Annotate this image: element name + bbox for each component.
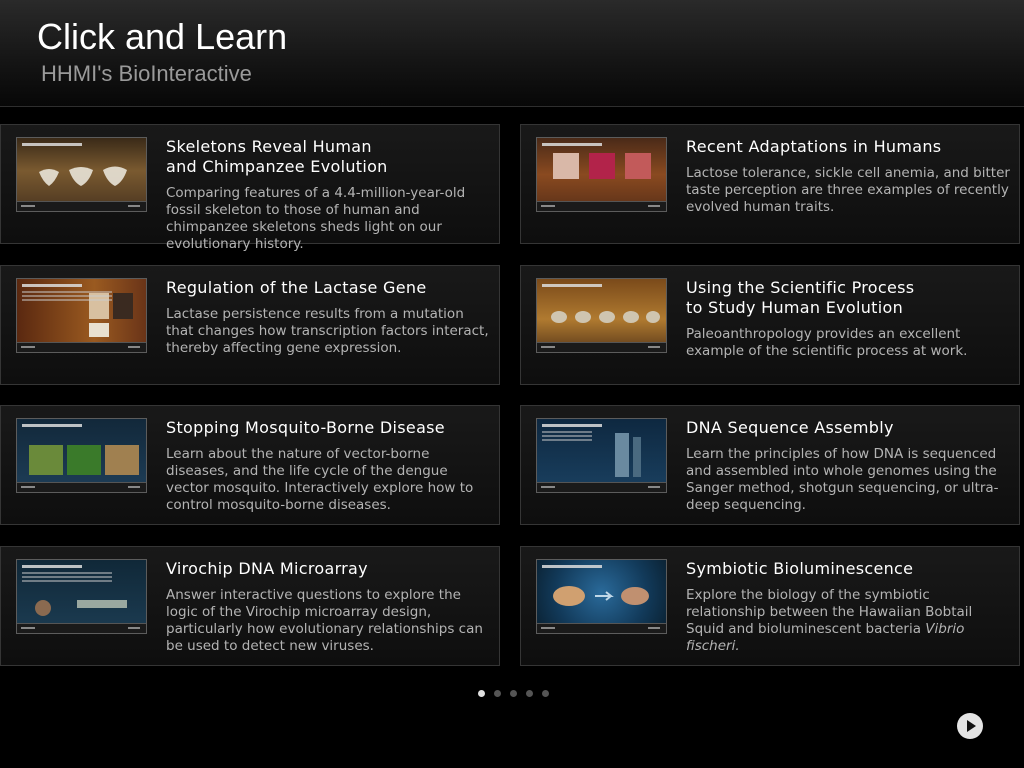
card-thumbnail: [16, 559, 147, 634]
card-title: Using the Scientific Process to Study Hu…: [686, 278, 915, 317]
card-recent-adaptations[interactable]: Recent Adaptations in Humans Lactose tol…: [520, 124, 1020, 244]
card-description: Paleoanthropology provides an excellent …: [686, 326, 968, 359]
card-thumbnail: [16, 418, 147, 493]
page-dot-2[interactable]: [494, 690, 501, 697]
card-title: Skeletons Reveal Human and Chimpanzee Ev…: [166, 137, 388, 176]
card-title: Stopping Mosquito-Borne Disease: [166, 418, 445, 437]
card-mosquito-disease[interactable]: Stopping Mosquito-Borne Disease Learn ab…: [0, 405, 500, 525]
card-description: Lactase persistence results from a mutat…: [166, 306, 489, 356]
card-description: Explore the biology of the symbiotic rel…: [686, 587, 1011, 655]
card-description: Lactose tolerance, sickle cell anemia, a…: [686, 165, 1010, 215]
page-dot-3[interactable]: [510, 690, 517, 697]
card-thumbnail: [16, 278, 147, 353]
card-thumbnail: [536, 418, 667, 493]
card-title: DNA Sequence Assembly: [686, 418, 894, 437]
card-thumbnail: [16, 137, 147, 212]
app-header: Click and Learn HHMI's BioInteractive: [0, 0, 1024, 107]
page-dot-1[interactable]: [478, 690, 485, 697]
card-title: Symbiotic Bioluminescence: [686, 559, 914, 578]
card-description: Answer interactive questions to explore …: [166, 587, 483, 654]
card-thumbnail: [536, 559, 667, 634]
card-title: Regulation of the Lactase Gene: [166, 278, 427, 297]
card-description: Learn the principles of how DNA is seque…: [686, 446, 999, 513]
app-subtitle: HHMI's BioInteractive: [41, 61, 252, 86]
page-dot-4[interactable]: [526, 690, 533, 697]
page-dot-5[interactable]: [542, 690, 549, 697]
card-thumbnail: [536, 137, 667, 212]
card-lactase-gene[interactable]: Regulation of the Lactase Gene Lactase p…: [0, 265, 500, 385]
card-scientific-process[interactable]: Using the Scientific Process to Study Hu…: [520, 265, 1020, 385]
card-title: Recent Adaptations in Humans: [686, 137, 942, 156]
card-skeletons[interactable]: Skeletons Reveal Human and Chimpanzee Ev…: [0, 124, 500, 252]
card-thumbnail: [536, 278, 667, 353]
app-title: Click and Learn: [37, 16, 288, 57]
card-description: Learn about the nature of vector-borne d…: [166, 446, 474, 513]
card-virochip[interactable]: Virochip DNA Microarray Answer interacti…: [0, 546, 500, 666]
card-symbiotic-bioluminescence[interactable]: Symbiotic Bioluminescence Explore the bi…: [520, 546, 1020, 666]
card-title: Virochip DNA Microarray: [166, 559, 368, 578]
page-indicator: [478, 690, 549, 697]
play-icon[interactable]: [957, 713, 983, 739]
card-dna-sequence-assembly[interactable]: DNA Sequence Assembly Learn the principl…: [520, 405, 1020, 525]
card-description: Comparing features of a 4.4-million-year…: [166, 185, 466, 252]
